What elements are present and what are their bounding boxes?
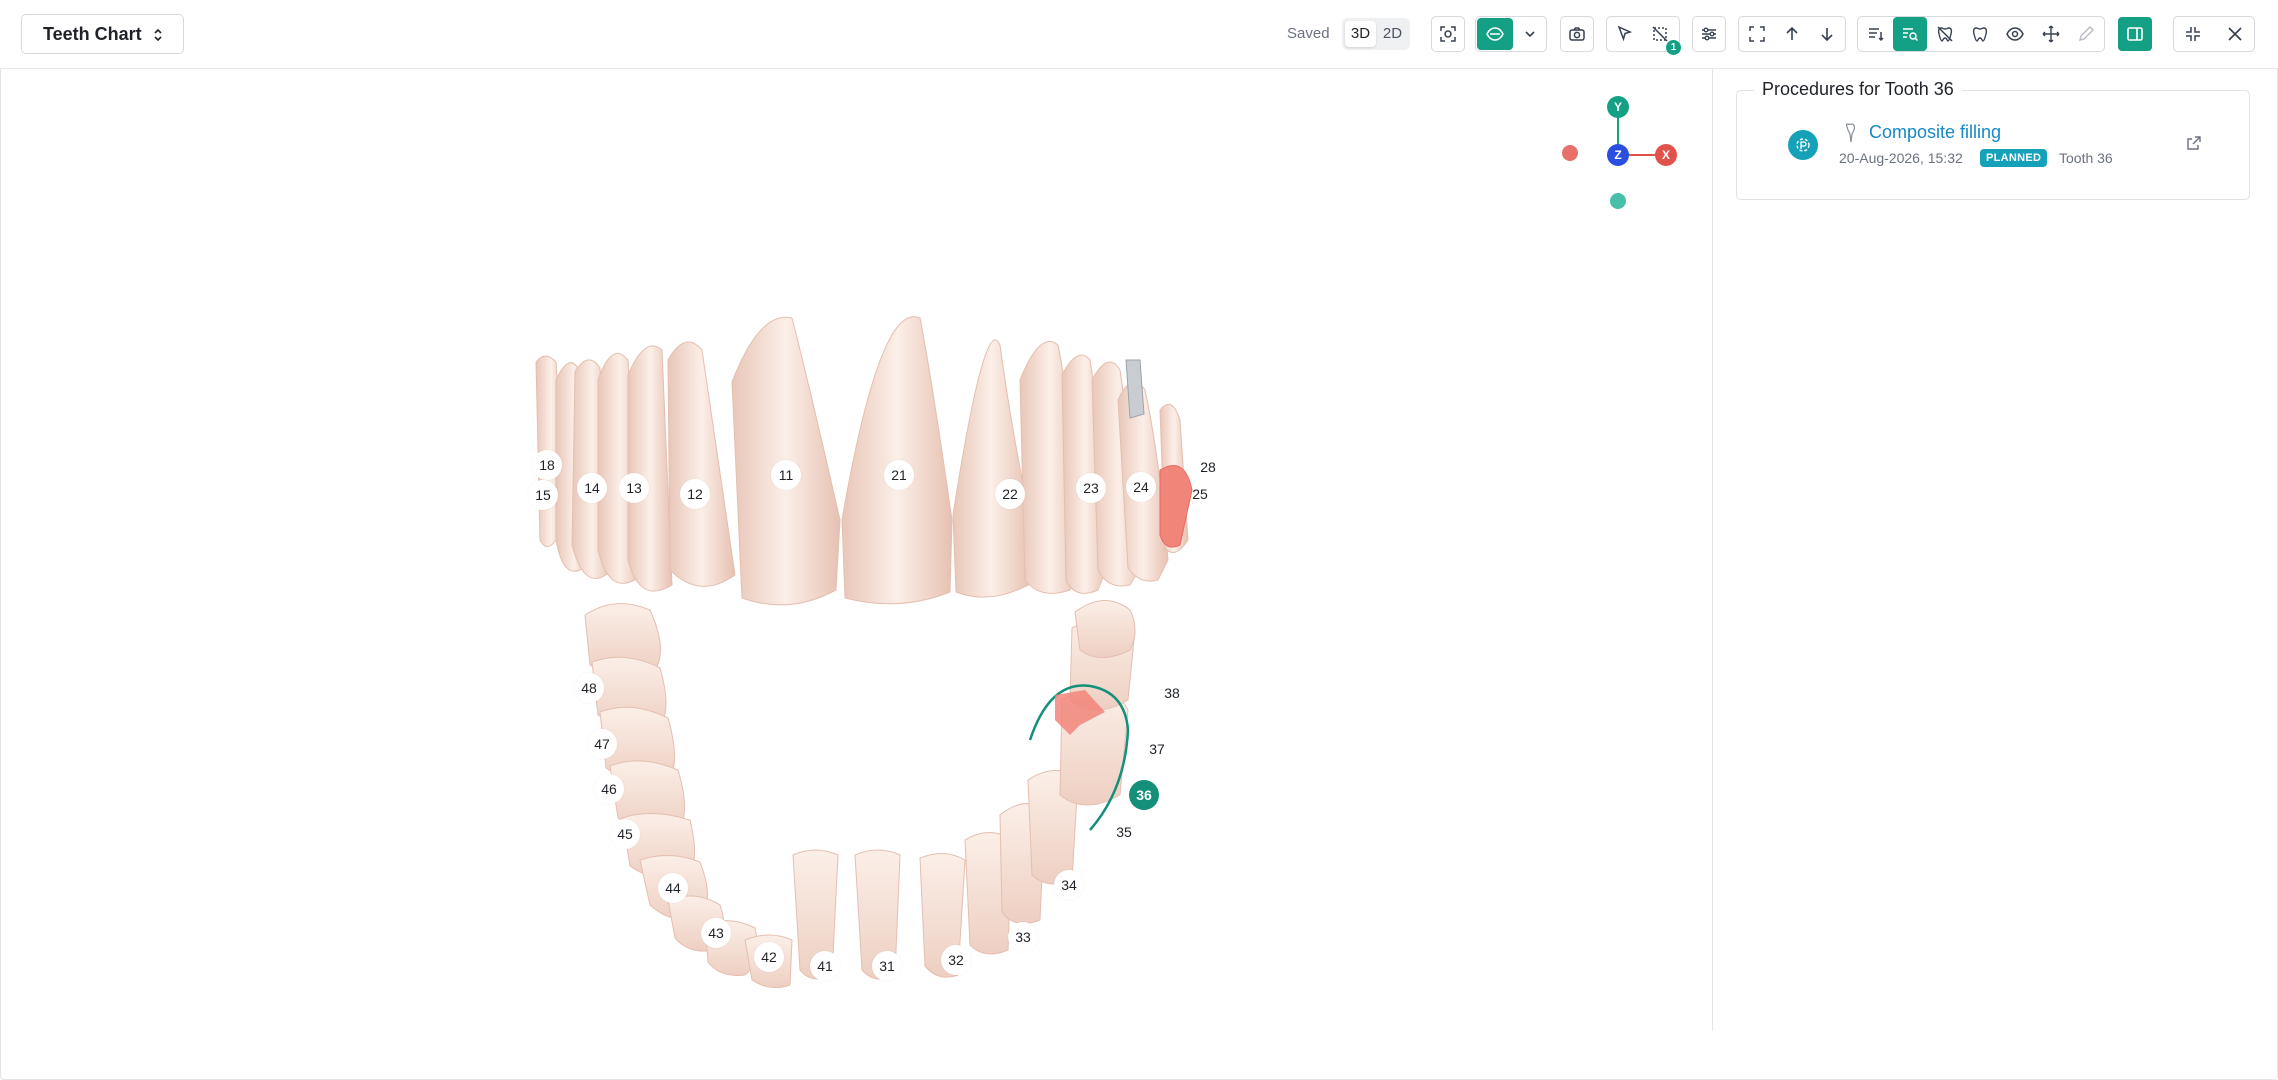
chart-selector-label: Teeth Chart [43, 23, 142, 44]
pencil-icon [2079, 26, 2094, 41]
tooth-label-47[interactable]: 47 [587, 729, 617, 759]
axis-y-label: Y [1614, 100, 1622, 114]
chevron-down-icon [1525, 31, 1535, 38]
move-button[interactable] [2034, 16, 2068, 52]
upper-arch [535, 316, 1189, 606]
top-toolbar: Teeth Chart Saved 3D 2D 1 [0, 0, 2278, 69]
procedure-name-link[interactable]: Composite filling [1869, 122, 2001, 143]
tooth-label-34[interactable]: 34 [1054, 870, 1084, 900]
tooth-label-48[interactable]: 48 [574, 673, 604, 703]
tooth-label-12[interactable]: 12 [680, 479, 710, 509]
procedure-badge-icon [1796, 138, 1810, 152]
axis-x-label: X [1662, 148, 1670, 162]
updown-chevron-icon [154, 28, 162, 42]
tooth-label-13[interactable]: 13 [619, 473, 649, 503]
axis-gizmo[interactable]: Y Z X [1562, 96, 1677, 209]
tooth-label-35[interactable]: 35 [1109, 817, 1139, 847]
sort-list-button[interactable] [1859, 16, 1893, 52]
tooth-label-24[interactable]: 24 [1126, 472, 1156, 502]
procedures-panel-title: Procedures for Tooth 36 [1754, 79, 1962, 100]
save-status: Saved [1287, 25, 1330, 42]
tooth-label-11[interactable]: 11 [771, 460, 801, 490]
move-icon [2042, 25, 2060, 43]
teeth-model: Y Z X [535, 96, 1677, 989]
tooth-label-44[interactable]: 44 [658, 873, 688, 903]
external-link-icon[interactable] [2186, 135, 2202, 151]
tooth-label-18[interactable]: 18 [532, 450, 562, 480]
select-cursor-icon [1617, 25, 1633, 42]
tooth-label-46[interactable]: 46 [594, 774, 624, 804]
tooth-label-25[interactable]: 25 [1185, 479, 1215, 509]
tooth-label-22[interactable]: 22 [995, 479, 1025, 509]
fit-view-button[interactable] [1740, 16, 1774, 52]
arrow-up-icon [1786, 26, 1798, 40]
focus-view-button[interactable] [1431, 16, 1465, 52]
fit-view-icon [1749, 26, 1765, 42]
tooth-label-43[interactable]: 43 [701, 918, 731, 948]
tooth-label-15[interactable]: 15 [528, 480, 558, 510]
collapse-icon [2186, 27, 2200, 41]
view-mode-toggle: 3D 2D [1342, 18, 1410, 50]
hide-selection-button[interactable]: 1 [1643, 16, 1681, 55]
tooth-label-45[interactable]: 45 [610, 819, 640, 849]
tooth-label-21[interactable]: 21 [884, 460, 914, 490]
lower-arch [584, 600, 1136, 989]
sort-list-icon [1869, 28, 1884, 42]
close-icon [2228, 27, 2242, 41]
pencil-button[interactable] [2069, 16, 2103, 52]
hide-tooth-icon [1937, 26, 1953, 42]
search-list-button[interactable] [1893, 17, 1927, 51]
axis-neg-x-handle[interactable] [1562, 145, 1578, 161]
select-cursor-button[interactable] [1608, 16, 1642, 52]
sliders-icon [1702, 27, 1716, 41]
procedure-status-badge: PLANNED [1980, 149, 2048, 167]
tooth-instrument-icon [1845, 123, 1855, 143]
arrow-down-icon [1821, 28, 1833, 42]
eye-view-icon [1486, 27, 1504, 41]
close-button[interactable] [2218, 16, 2252, 52]
view-dropdown-button[interactable] [1513, 16, 1547, 52]
tooth-label-31[interactable]: 31 [872, 951, 902, 981]
arrow-down-button[interactable] [1810, 16, 1844, 52]
procedure-type-icon [1788, 130, 1818, 160]
tooth-label-41[interactable]: 41 [810, 951, 840, 981]
collapse-button[interactable] [2176, 16, 2210, 52]
screenshot-button[interactable] [1560, 16, 1594, 52]
focus-view-icon [1440, 26, 1456, 42]
panel-divider [1712, 68, 1713, 1031]
axis-neg-y-handle[interactable] [1610, 193, 1626, 209]
teeth-3d-viewport[interactable]: Y Z X 18 15 14 13 12 11 21 22 23 24 25 2… [0, 69, 1712, 1069]
hide-selection-icon [1652, 26, 1668, 42]
sidebar-toggle-button[interactable] [2118, 17, 2152, 51]
tooth-label-28[interactable]: 28 [1193, 452, 1223, 482]
visibility-button[interactable] [1998, 16, 2032, 52]
hide-tooth-button[interactable] [1928, 16, 1962, 52]
arrow-up-button[interactable] [1775, 16, 1809, 52]
procedure-tooth: Tooth 36 [2059, 150, 2113, 166]
axis-z-label: Z [1614, 148, 1621, 162]
tooth-label-23[interactable]: 23 [1076, 473, 1106, 503]
tooth-label-36[interactable]: 36 [1129, 780, 1159, 810]
camera-icon [1569, 27, 1585, 41]
tooth-label-42[interactable]: 42 [754, 942, 784, 972]
view-3d-option[interactable]: 3D [1345, 21, 1376, 47]
search-list-icon [1903, 28, 1919, 42]
notification-badge: 1 [1666, 40, 1681, 55]
eye-view-button[interactable] [1477, 18, 1513, 50]
visibility-icon [2006, 27, 2024, 41]
tooth-model-button[interactable] [1963, 16, 1997, 52]
tooth-label-37[interactable]: 37 [1142, 734, 1172, 764]
settings-button[interactable] [1692, 16, 1726, 52]
tooth-label-38[interactable]: 38 [1157, 678, 1187, 708]
tooth-label-33[interactable]: 33 [1008, 922, 1038, 952]
chart-selector[interactable]: Teeth Chart [21, 14, 184, 54]
procedure-datetime: 20-Aug-2026, 15:32 [1839, 150, 1963, 166]
sidebar-toggle-icon [2127, 27, 2143, 41]
tooth-model-icon [1972, 27, 1988, 42]
tooth-label-14[interactable]: 14 [577, 473, 607, 503]
tooth-label-32[interactable]: 32 [941, 945, 971, 975]
view-2d-option[interactable]: 2D [1377, 21, 1408, 47]
